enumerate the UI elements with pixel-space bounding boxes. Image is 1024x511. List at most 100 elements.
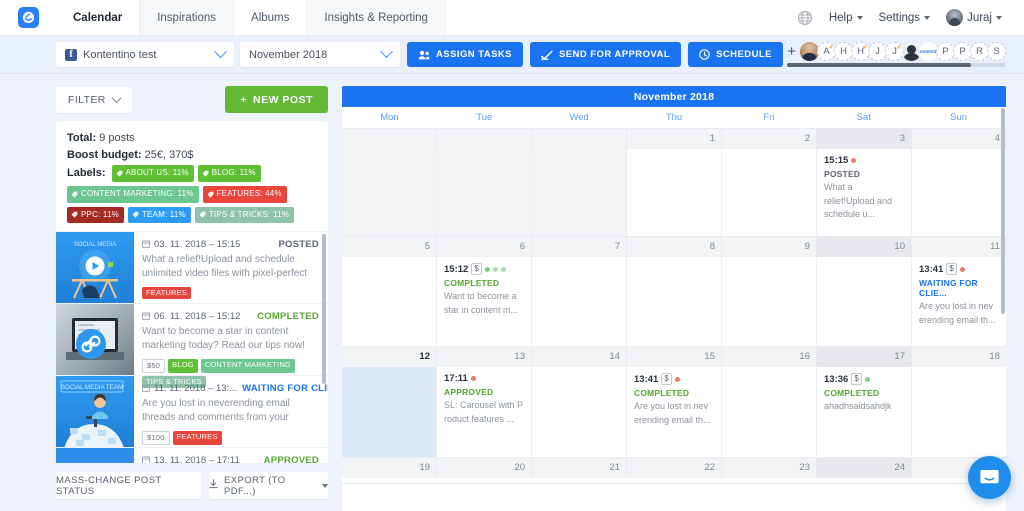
day-cell[interactable]: 13:41 $ WAITING FOR CLIE... Are you lost…	[912, 257, 1006, 346]
post-tag-budget[interactable]: $50	[142, 358, 166, 373]
label-chip[interactable]: FEATURES: 44%	[202, 186, 287, 203]
label-chip[interactable]: TIPS & TRICKS: 11%	[194, 206, 295, 223]
day-cell[interactable]	[342, 257, 437, 346]
day-cell[interactable]: 17:11 APPROVED SL: Carousel with P roduc…	[437, 367, 532, 457]
day-number[interactable]: 15	[627, 347, 722, 367]
day-number[interactable]: 23	[722, 458, 817, 478]
day-number[interactable]: 6	[437, 237, 532, 257]
day-number[interactable]	[437, 129, 532, 149]
day-cell[interactable]: 15:15 POSTED What a relief!Upload and sc…	[817, 149, 912, 236]
calendar-event[interactable]: 15:12 $ COMPLETED Want to become a star …	[444, 263, 524, 317]
day-cell[interactable]	[817, 257, 912, 346]
tab-albums[interactable]: Albums	[234, 0, 308, 35]
post-list[interactable]: SOCIAL MEDIA 03. 11. 2018 – 15:15 POSTED…	[56, 230, 328, 463]
day-number-today[interactable]: 12	[342, 347, 437, 367]
day-number[interactable]: 3	[817, 129, 912, 149]
day-number[interactable]: 17	[817, 347, 912, 367]
calendar-scrollbar[interactable]	[1001, 108, 1005, 314]
avatar[interactable]: S	[987, 42, 1006, 61]
post-tag[interactable]: FEATURES	[142, 286, 192, 299]
day-cell[interactable]	[722, 149, 817, 236]
day-cell[interactable]: 13:36 $ COMPLETED ahadhsaidsahdjk	[817, 367, 912, 457]
day-cell[interactable]	[532, 149, 627, 236]
label-chip[interactable]: CONTENT MARKETING: 11%	[67, 186, 199, 203]
svg-text:SOCIAL MEDIA TEAM: SOCIAL MEDIA TEAM	[61, 384, 123, 391]
list-item[interactable]: SOCIAL MEDIA TEAM 11. 11. 2018 – 13:... …	[56, 375, 328, 448]
day-number[interactable]: 4	[912, 129, 1006, 149]
avatar-scrollbar[interactable]	[787, 63, 1006, 67]
list-item[interactable]: SOCIAL MEDIA 03. 11. 2018 – 15:15 POSTED…	[56, 231, 328, 304]
day-cell-today[interactable]	[342, 367, 437, 457]
day-number[interactable]: 18	[912, 347, 1006, 367]
profile-select[interactable]: f Kontentino test	[56, 42, 234, 67]
day-number[interactable]: 10	[817, 237, 912, 257]
day-cell[interactable]	[532, 257, 627, 346]
sidebar-scrollbar[interactable]	[322, 233, 326, 384]
send-for-approval-button[interactable]: SEND FOR APPROVAL	[529, 42, 682, 67]
list-item[interactable]: 06. 11. 2018 – 15:12 COMPLETED Want to b…	[56, 303, 328, 388]
calendar-event[interactable]: 17:11 APPROVED SL: Carousel with P roduc…	[444, 373, 524, 426]
day-number[interactable]: 5	[342, 237, 437, 257]
day-number[interactable]: 21	[532, 458, 627, 478]
user-menu[interactable]: Juraj	[946, 9, 1002, 26]
day-cell[interactable]	[912, 149, 1006, 236]
label-chip[interactable]: TEAM: 11%	[127, 206, 191, 223]
day-cell[interactable]	[627, 257, 722, 346]
post-tag[interactable]: CONTENT MARKETING	[200, 358, 295, 373]
globe-icon[interactable]	[797, 10, 813, 26]
day-cell[interactable]	[437, 149, 532, 236]
tab-insights-reporting[interactable]: Insights & Reporting	[307, 0, 446, 35]
day-cell[interactable]	[342, 149, 437, 236]
calendar-event[interactable]: 13:36 $ COMPLETED ahadhsaidsahdjk	[824, 373, 904, 414]
day-number[interactable]	[342, 129, 437, 149]
day-cell[interactable]: 13:41 $ COMPLETED Are you lost in nev er…	[627, 367, 722, 457]
day-number[interactable]: 20	[437, 458, 532, 478]
brand-logo-wrap[interactable]	[0, 0, 56, 35]
post-tag-budget[interactable]: $100	[142, 430, 170, 445]
day-cell[interactable]	[722, 257, 817, 346]
day-cell[interactable]	[722, 367, 817, 457]
calendar-event[interactable]: 13:41 $ COMPLETED Are you lost in nev er…	[634, 373, 714, 427]
mass-change-post-status-button[interactable]: MASS-CHANGE POST STATUS	[56, 472, 201, 499]
day-number[interactable]: 8	[627, 237, 722, 257]
day-number[interactable]: 19	[342, 458, 437, 478]
filter-button[interactable]: FILTER	[56, 86, 132, 113]
day-cell[interactable]	[627, 149, 722, 236]
day-cell[interactable]	[532, 367, 627, 457]
day-cell[interactable]: 15:12 $ COMPLETED Want to become a star …	[437, 257, 532, 346]
post-tag[interactable]: BLOG	[168, 358, 198, 373]
day-number[interactable]: 24	[817, 458, 912, 478]
calendar-event[interactable]: 15:15 POSTED What a relief!Upload and sc…	[824, 155, 904, 222]
day-number[interactable]: 9	[722, 237, 817, 257]
tab-inspirations[interactable]: Inspirations	[140, 0, 235, 35]
schedule-button[interactable]: SCHEDULE	[688, 42, 783, 67]
list-item[interactable]: 13. 11. 2018 – 17:11 APPROVED	[56, 447, 328, 463]
help-menu[interactable]: Help	[829, 12, 863, 24]
label-chip[interactable]: ABOUT US: 11%	[111, 165, 194, 182]
label-chip[interactable]: BLOG: 11%	[197, 165, 261, 182]
kontentino-logo-icon[interactable]	[17, 7, 39, 28]
export-button[interactable]: EXPORT (TO PDF...)	[209, 472, 328, 499]
day-number[interactable]: 13	[437, 347, 532, 367]
day-cell[interactable]	[912, 367, 1006, 457]
day-number[interactable]	[532, 129, 627, 149]
tab-calendar[interactable]: Calendar	[56, 0, 141, 35]
tab-inspirations-label: Inspirations	[157, 11, 217, 24]
day-number[interactable]: 1	[627, 129, 722, 149]
add-collaborator-button[interactable]: +	[787, 44, 796, 59]
post-tag[interactable]: FEATURES	[172, 430, 222, 445]
label-chip[interactable]: PPC: 11%	[67, 206, 124, 223]
day-number[interactable]: 14	[532, 347, 627, 367]
day-number[interactable]: 11	[912, 237, 1006, 257]
day-number[interactable]: 22	[627, 458, 722, 478]
settings-menu[interactable]: Settings	[879, 12, 931, 24]
day-number[interactable]: 2	[722, 129, 817, 149]
calendar-event[interactable]: 13:41 $ WAITING FOR CLIE... Are you lost…	[919, 263, 999, 327]
assign-tasks-button[interactable]: ASSIGN TASKS	[407, 42, 523, 67]
month-select[interactable]: November 2018	[240, 42, 400, 67]
new-post-button[interactable]: + NEW POST	[225, 86, 328, 113]
label-chip-text: PPC: 11%	[81, 209, 119, 219]
day-number[interactable]: 16	[722, 347, 817, 367]
chat-bubble-icon[interactable]	[968, 456, 1011, 499]
day-number[interactable]: 7	[532, 237, 627, 257]
